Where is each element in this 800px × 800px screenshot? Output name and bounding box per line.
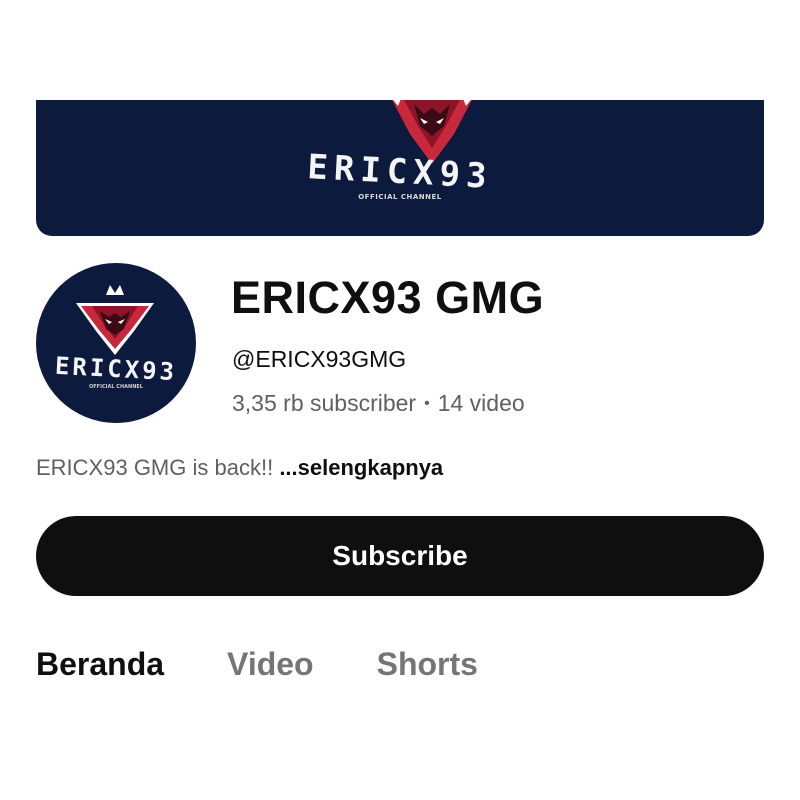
video-count: 14 video bbox=[437, 390, 525, 416]
channel-avatar[interactable]: ERICX93 OFFICIAL CHANNEL bbox=[36, 263, 196, 423]
description-text: ERICX93 GMG is back!! bbox=[36, 455, 274, 480]
wolf-head-icon bbox=[76, 285, 154, 355]
channel-description[interactable]: ERICX93 GMG is back!! ...selengkapnya bbox=[36, 455, 443, 481]
channel-banner[interactable]: ERICX93 OFFICIAL CHANNEL bbox=[36, 100, 764, 236]
channel-title: ERICX93 GMG bbox=[231, 272, 545, 323]
tab-video[interactable]: Video bbox=[227, 646, 314, 683]
subscriber-count: 3,35 rb subscriber bbox=[232, 390, 417, 416]
banner-tagline: OFFICIAL CHANNEL bbox=[358, 193, 442, 201]
stats-separator: • bbox=[424, 395, 430, 412]
channel-handle: @ERICX93GMG bbox=[232, 346, 407, 372]
tab-beranda[interactable]: Beranda bbox=[36, 646, 164, 683]
channel-tabs: Beranda Video Shorts bbox=[36, 646, 541, 683]
subscribe-button[interactable]: Subscribe bbox=[36, 516, 764, 596]
avatar-tagline: OFFICIAL CHANNEL bbox=[89, 384, 143, 390]
tab-shorts[interactable]: Shorts bbox=[377, 646, 478, 683]
avatar-brand-text: ERICX93 bbox=[54, 351, 178, 387]
read-more-link[interactable]: ...selengkapnya bbox=[279, 455, 443, 480]
channel-page: ERICX93 OFFICIAL CHANNEL ERICX93 OFFICIA… bbox=[0, 0, 800, 800]
channel-stats: 3,35 rb subscriber • 14 video bbox=[232, 390, 525, 417]
